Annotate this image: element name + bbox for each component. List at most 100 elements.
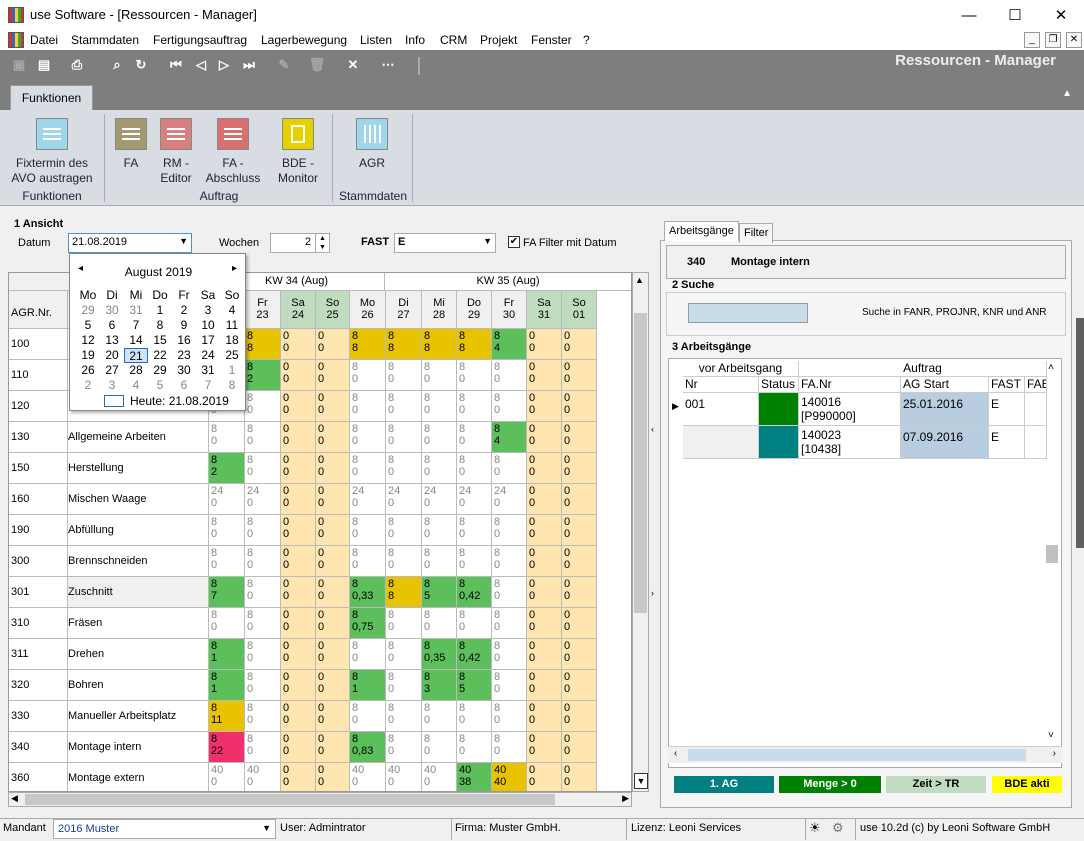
capacity-cell[interactable]: 00 — [527, 484, 562, 515]
capacity-cell[interactable]: 00 — [562, 763, 597, 791]
capacity-cell[interactable]: 00 — [527, 670, 562, 701]
print-icon[interactable]: ⎙ — [68, 56, 86, 74]
next-record-icon[interactable]: ▷ — [215, 56, 233, 74]
scroll-down-icon[interactable]: ▼ — [634, 773, 648, 789]
capacity-cell[interactable]: 00 — [527, 515, 562, 546]
capacity-cell[interactable]: 80 — [386, 546, 422, 577]
capacity-cell[interactable]: 87 — [209, 577, 245, 608]
mdi-close-icon[interactable]: ✕ — [1066, 32, 1082, 48]
agr-name-cell[interactable]: Mischen Waage — [68, 484, 209, 515]
scroll-left-icon[interactable]: ‹ — [674, 748, 677, 759]
capacity-cell[interactable]: 80 — [350, 515, 386, 546]
capacity-cell[interactable]: 80 — [457, 608, 492, 639]
capacity-cell[interactable]: 80 — [492, 391, 527, 422]
ag-status-cell[interactable] — [759, 393, 799, 426]
capacity-cell[interactable]: 8 0,42 — [457, 639, 492, 670]
agr-nr-cell[interactable]: 150 — [9, 453, 68, 484]
capacity-cell[interactable]: 80 — [245, 515, 281, 546]
agr-column-header[interactable]: AGR.Nr. — [9, 291, 68, 329]
agr-name-cell[interactable]: Zuschnitt — [68, 577, 209, 608]
capacity-cell[interactable]: 80 — [457, 422, 492, 453]
agr-nr-cell[interactable]: 300 — [9, 546, 68, 577]
menu-info[interactable]: Info — [405, 33, 425, 47]
ag-column-header[interactable]: FAST — [989, 377, 1025, 393]
capacity-cell[interactable]: 00 — [562, 639, 597, 670]
capacity-cell[interactable]: 88 — [386, 577, 422, 608]
capacity-cell[interactable]: 81 — [350, 670, 386, 701]
capacity-cell[interactable]: 8 0,33 — [350, 577, 386, 608]
capacity-cell[interactable]: 80 — [422, 360, 457, 391]
capacity-cell[interactable]: 80 — [245, 732, 281, 763]
capacity-cell[interactable]: 24 0 — [492, 484, 527, 515]
hscroll-thumb[interactable] — [25, 794, 555, 805]
ag-start-cell[interactable]: 07.09.2016 — [901, 426, 989, 459]
capacity-cell[interactable]: 40 0 — [209, 763, 245, 791]
capacity-cell[interactable]: 24 0 — [457, 484, 492, 515]
capacity-cell[interactable]: 00 — [281, 422, 316, 453]
ag-scroll-thumb[interactable] — [1046, 545, 1058, 563]
capacity-cell[interactable]: 00 — [527, 763, 562, 791]
capacity-cell[interactable]: 80 — [386, 360, 422, 391]
more-icon[interactable]: ⋯ — [379, 56, 397, 74]
capacity-cell[interactable]: 00 — [562, 484, 597, 515]
capacity-cell[interactable]: 00 — [527, 639, 562, 670]
calendar-day[interactable]: 13 — [100, 333, 124, 348]
capacity-cell[interactable]: 40 40 — [492, 763, 527, 791]
capacity-cell[interactable]: 00 — [316, 391, 350, 422]
grid-horizontal-scrollbar[interactable]: ◀ ▶ — [8, 792, 632, 807]
calendar-day[interactable]: 21 — [124, 348, 148, 363]
capacity-cell[interactable]: 24 0 — [422, 484, 457, 515]
capacity-cell[interactable]: 40 38 — [457, 763, 492, 791]
calendar-day[interactable]: 4 — [124, 378, 148, 393]
capacity-cell[interactable]: 80 — [422, 453, 457, 484]
rm-editor-button[interactable]: RM - Editor — [154, 118, 198, 186]
capacity-cell[interactable]: 80 — [457, 546, 492, 577]
ribbon-collapse-icon[interactable]: ▲ — [1062, 88, 1072, 99]
capacity-cell[interactable]: 80 — [492, 453, 527, 484]
edit-icon[interactable]: ▣ — [10, 56, 28, 74]
scroll-right-icon[interactable]: ▶ — [622, 793, 629, 804]
capacity-cell[interactable]: 00 — [562, 577, 597, 608]
agr-nr-cell[interactable]: 320 — [9, 670, 68, 701]
capacity-cell[interactable]: 00 — [562, 608, 597, 639]
capacity-cell[interactable]: 84 — [492, 329, 527, 360]
calendar-day[interactable]: 26 — [76, 363, 100, 378]
ag-fast-cell[interactable]: E — [989, 426, 1025, 459]
calendar-day[interactable]: 30 — [100, 303, 124, 318]
capacity-cell[interactable]: 80 — [492, 732, 527, 763]
capacity-cell[interactable]: 80 — [245, 639, 281, 670]
chevron-down-icon[interactable]: ▼ — [483, 236, 492, 246]
calendar-day[interactable]: 2 — [172, 303, 196, 318]
today-link[interactable]: Heute: 21.08.2019 — [130, 394, 229, 408]
capacity-cell[interactable]: 80 — [457, 360, 492, 391]
capacity-cell[interactable]: 82 — [209, 453, 245, 484]
chevron-down-icon[interactable]: ▼ — [179, 236, 188, 246]
capacity-cell[interactable]: 00 — [527, 732, 562, 763]
menu-fenster[interactable]: Fenster — [531, 33, 572, 47]
agr-nr-cell[interactable]: 330 — [9, 701, 68, 732]
capacity-cell[interactable]: 88 — [422, 329, 457, 360]
capacity-cell[interactable]: 00 — [281, 391, 316, 422]
agr-nr-cell[interactable]: 110 — [9, 360, 68, 391]
sun-icon[interactable]: ☀ — [809, 820, 821, 836]
ag-hscroll-thumb[interactable] — [688, 749, 1026, 761]
capacity-cell[interactable]: 00 — [562, 546, 597, 577]
capacity-cell[interactable]: 00 — [562, 453, 597, 484]
capacity-cell[interactable]: 88 — [350, 329, 386, 360]
capacity-cell[interactable]: 80 — [492, 546, 527, 577]
calendar-day[interactable]: 27 — [100, 363, 124, 378]
prev-record-icon[interactable]: ◁ — [192, 56, 210, 74]
ag-column-header[interactable]: AG Start — [901, 377, 989, 393]
capacity-cell[interactable]: 80 — [350, 391, 386, 422]
bde-monitor-button[interactable]: BDE - Monitor — [270, 118, 326, 186]
capacity-cell[interactable]: 81 — [209, 670, 245, 701]
next-month-icon[interactable]: ▸ — [232, 263, 237, 274]
capacity-cell[interactable]: 80 — [422, 546, 457, 577]
menu-fertigungsauftrag[interactable]: Fertigungsauftrag — [153, 33, 247, 47]
calendar-day[interactable]: 5 — [76, 318, 100, 333]
capacity-cell[interactable]: 80 — [457, 391, 492, 422]
capacity-cell[interactable]: 80 — [422, 608, 457, 639]
capacity-cell[interactable]: 24 0 — [386, 484, 422, 515]
capacity-cell[interactable]: 80 — [492, 360, 527, 391]
capacity-cell[interactable]: 24 0 — [350, 484, 386, 515]
